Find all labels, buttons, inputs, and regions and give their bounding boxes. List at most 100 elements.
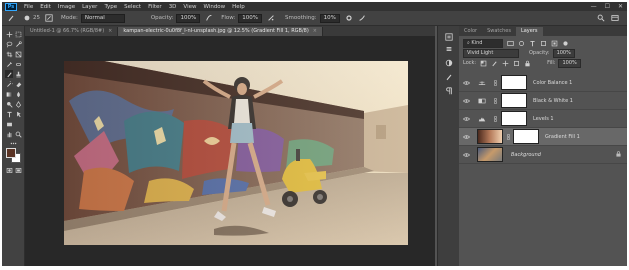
rectangle-tool-icon[interactable] [5, 120, 13, 128]
adjustment-filter-icon[interactable] [518, 40, 525, 47]
eye-icon[interactable] [462, 98, 471, 104]
tab-layers[interactable]: Layers [515, 27, 543, 36]
close-button[interactable]: ✕ [618, 3, 623, 10]
menu-help[interactable]: Help [232, 4, 245, 10]
frame-tool-icon[interactable] [14, 50, 22, 58]
eyedropper-tool-icon[interactable] [5, 60, 13, 68]
layer-mask-thumbnail[interactable] [501, 75, 527, 90]
filter-toggle-icon[interactable] [562, 40, 569, 47]
menu-type[interactable]: Type [104, 4, 117, 10]
menu-layer[interactable]: Layer [82, 4, 97, 10]
filter-kind-dropdown[interactable]: ⌕ Kind [463, 38, 503, 48]
path-selection-tool-icon[interactable] [14, 110, 22, 118]
eye-icon[interactable] [462, 152, 471, 158]
layer-gradient-fill-1[interactable]: Gradient Fill 1 [459, 128, 627, 146]
type-filter-icon[interactable] [529, 40, 536, 47]
tab-untitled-1[interactable]: Untitled-1 @ 66.7% (RGB/8#) × [25, 27, 119, 36]
close-tab-icon[interactable]: × [108, 28, 112, 34]
mode-dropdown[interactable]: Normal [80, 13, 125, 23]
link-icon[interactable] [493, 97, 497, 104]
eraser-tool-icon[interactable] [14, 80, 22, 88]
layer-fill-field[interactable]: 100% [558, 58, 581, 68]
dodge-tool-icon[interactable] [5, 100, 13, 108]
edit-toolbar-icon[interactable] [9, 139, 17, 147]
flow-field[interactable]: 100% [238, 13, 263, 23]
hand-tool-icon[interactable] [5, 130, 13, 138]
workspace-icon[interactable] [611, 14, 619, 22]
history-icon[interactable] [444, 32, 453, 41]
opacity-field[interactable]: 100% [176, 13, 201, 23]
pixel-filter-icon[interactable] [507, 40, 514, 47]
pressure-opacity-icon[interactable] [205, 14, 213, 22]
quick-select-tool-icon[interactable] [14, 40, 22, 48]
brush-tool-preset-icon[interactable] [7, 14, 15, 22]
eye-icon[interactable] [462, 134, 471, 140]
adjustments-icon[interactable] [444, 58, 453, 67]
search-icon[interactable] [597, 14, 605, 22]
close-tab-icon[interactable]: × [313, 28, 317, 34]
properties-icon[interactable] [444, 44, 453, 53]
layer-color-balance-1[interactable]: Color Balance 1 [459, 74, 627, 92]
photo-thumbnail[interactable] [477, 147, 503, 162]
menu-view[interactable]: View [183, 4, 196, 10]
menu-file[interactable]: File [24, 4, 33, 10]
lock-pixels-icon[interactable] [491, 60, 498, 67]
smoothing-settings-gear-icon[interactable] [345, 14, 353, 22]
healing-brush-tool-icon[interactable] [14, 60, 22, 68]
gradient-icon[interactable] [477, 129, 503, 144]
screen-mode-icon[interactable] [14, 166, 22, 174]
brush-tool-icon[interactable] [5, 70, 13, 78]
menu-select[interactable]: Select [124, 4, 141, 10]
layer-opacity-field[interactable]: 100% [552, 48, 575, 58]
smoothing-field[interactable]: 10% [319, 13, 340, 23]
lock-icon[interactable] [616, 150, 621, 159]
minimize-button[interactable]: — [591, 3, 597, 10]
paragraph-icon[interactable] [444, 86, 453, 95]
canvas-area[interactable] [25, 36, 435, 266]
eye-icon[interactable] [462, 116, 471, 122]
lock-all-icon[interactable] [524, 60, 531, 67]
brush-settings-panel-icon[interactable] [45, 14, 53, 22]
photoshop-logo[interactable]: Ps [5, 2, 17, 11]
layer-mask-thumbnail[interactable] [501, 111, 527, 126]
brush-settings-icon[interactable] [444, 72, 453, 81]
quick-mask-icon[interactable] [5, 166, 13, 174]
layer-background[interactable]: Background [459, 146, 627, 164]
airbrush-icon[interactable] [267, 14, 275, 22]
smart-object-filter-icon[interactable] [551, 40, 558, 47]
zoom-tool-icon[interactable] [14, 130, 22, 138]
document-canvas-photo[interactable] [64, 61, 408, 245]
move-tool-icon[interactable] [5, 30, 13, 38]
lock-transparent-icon[interactable] [480, 60, 487, 67]
link-icon[interactable] [506, 133, 510, 140]
menu-edit[interactable]: Edit [40, 4, 51, 10]
lock-artboard-icon[interactable] [513, 60, 520, 67]
menu-3d[interactable]: 3D [169, 4, 177, 10]
layer-mask-thumbnail[interactable] [501, 93, 527, 108]
link-icon[interactable] [493, 79, 497, 86]
eye-icon[interactable] [462, 80, 471, 86]
shape-filter-icon[interactable] [540, 40, 547, 47]
lock-position-icon[interactable] [502, 60, 509, 67]
lasso-tool-icon[interactable] [5, 40, 13, 48]
tab-kampan-electric[interactable]: kampan-electric-0u0f8f_l-nI-unsplash.jpg… [118, 27, 323, 36]
blur-tool-icon[interactable] [14, 90, 22, 98]
gradient-tool-icon[interactable] [5, 90, 13, 98]
link-icon[interactable] [493, 115, 497, 122]
type-tool-icon[interactable] [5, 110, 13, 118]
pen-tool-icon[interactable] [14, 100, 22, 108]
marquee-tool-icon[interactable] [14, 30, 22, 38]
pressure-size-icon[interactable] [358, 14, 366, 22]
menu-image[interactable]: Image [58, 4, 75, 10]
menu-filter[interactable]: Filter [148, 4, 162, 10]
tab-swatches[interactable]: Swatches [482, 27, 516, 36]
clone-stamp-tool-icon[interactable] [14, 70, 22, 78]
maximize-button[interactable]: ☐ [605, 3, 610, 10]
brush-size-picker-icon[interactable] [23, 14, 31, 22]
menu-window[interactable]: Window [203, 4, 225, 10]
layer-black-white-1[interactable]: Black & White 1 [459, 92, 627, 110]
layer-levels-1[interactable]: Levels 1 [459, 110, 627, 128]
layer-mask-thumbnail[interactable] [513, 129, 539, 144]
foreground-color-swatch[interactable] [6, 148, 16, 158]
blend-mode-dropdown[interactable]: Vivid Light [463, 48, 519, 58]
